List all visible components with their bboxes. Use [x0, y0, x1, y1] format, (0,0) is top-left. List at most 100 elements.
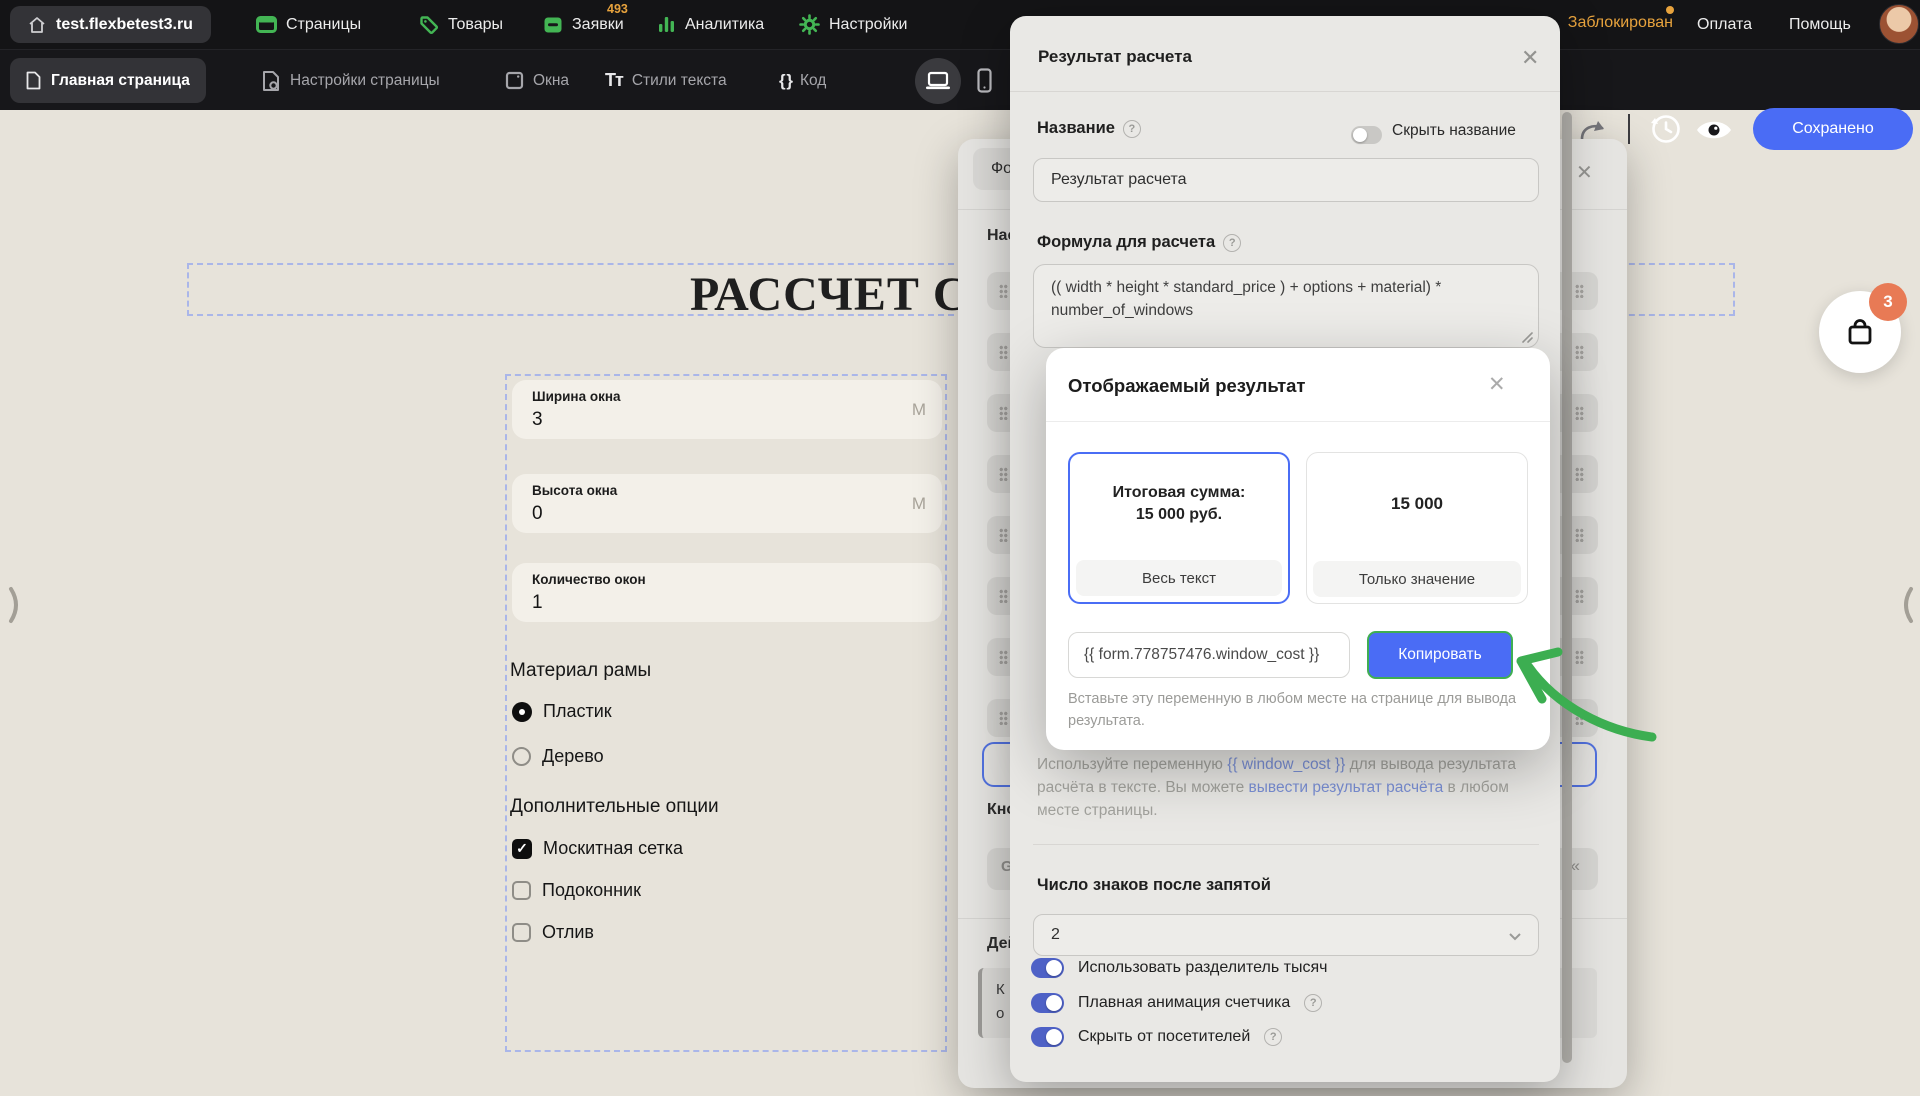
drag-handle-icon[interactable]	[999, 467, 1008, 481]
checkbox-unchecked-icon[interactable]	[512, 923, 531, 942]
preview-eye-icon[interactable]	[1694, 116, 1734, 144]
nav-help[interactable]: Помощь	[1789, 0, 1851, 49]
formula-textarea[interactable]: (( width * height * standard_price ) + o…	[1033, 264, 1539, 348]
result-option-value-only[interactable]: 15 000 Только значение	[1306, 452, 1528, 604]
help-icon[interactable]: ?	[1223, 234, 1241, 252]
field-window-count[interactable]: Количество окон 1	[512, 563, 942, 622]
radio-label: Пластик	[543, 701, 612, 722]
checkbox-unchecked-icon[interactable]	[512, 881, 531, 900]
current-page-button[interactable]: Главная страница	[10, 58, 206, 103]
checkbox-checked-icon[interactable]: ✓	[512, 839, 532, 859]
nav-leads[interactable]: Заявки 493	[543, 0, 624, 49]
option-caption: Только значение	[1313, 561, 1521, 597]
row-action-icon[interactable]	[1575, 284, 1584, 298]
site-blocked-status[interactable]: Заблокирован	[1568, 14, 1673, 32]
device-mobile-toggle[interactable]	[977, 68, 992, 93]
shopping-bag-icon	[1842, 314, 1878, 350]
decimals-label: Число знаков после запятой	[1037, 876, 1271, 895]
radio-group-label: Материал рамы	[510, 660, 651, 682]
hide-from-visitors-toggle-row[interactable]: Скрыть от посетителей ?	[1031, 1027, 1282, 1047]
hide-name-label: Скрыть название	[1392, 122, 1516, 140]
checkbox-option-windowsill[interactable]: Подоконник	[512, 880, 641, 901]
drag-handle-icon[interactable]	[999, 650, 1008, 664]
toggle-on[interactable]	[1031, 993, 1064, 1013]
nav-settings[interactable]: Настройки	[799, 0, 907, 49]
field-value[interactable]: 3	[532, 409, 543, 431]
right-panel-handle-icon[interactable]	[1896, 585, 1916, 625]
toolbar-text-styles[interactable]: Tт Стили текста	[605, 50, 727, 111]
name-input[interactable]: Результат расчета	[1033, 158, 1539, 202]
user-avatar[interactable]	[1879, 4, 1919, 44]
toggle-on[interactable]	[1031, 1027, 1064, 1047]
row-action-icon[interactable]	[1575, 711, 1584, 725]
modal-scrollbar[interactable]	[1562, 112, 1572, 1063]
toggle-label: Использовать разделитель тысяч	[1078, 959, 1327, 977]
row-action-icon[interactable]	[1575, 345, 1584, 359]
field-window-height[interactable]: Высота окна 0 М	[512, 474, 942, 533]
site-name-button[interactable]: test.flexbetest3.ru	[10, 6, 211, 43]
radio-option-plastic[interactable]: Пластик	[512, 701, 612, 722]
toolbar-code[interactable]: { } Код	[779, 50, 826, 111]
saved-button[interactable]: Сохранено	[1753, 108, 1913, 150]
field-window-width[interactable]: Ширина окна 3 М	[512, 380, 942, 439]
close-icon[interactable]: ✕	[1521, 47, 1539, 69]
gear-icon	[799, 14, 820, 35]
drag-handle-icon[interactable]	[999, 284, 1008, 298]
toolbar-divider	[1628, 114, 1630, 144]
drag-handle-icon[interactable]	[999, 589, 1008, 603]
drag-handle-icon[interactable]	[999, 711, 1008, 725]
modal-title: Результат расчета	[1038, 47, 1192, 67]
variable-code-input[interactable]: {{ form.778757476.window_cost }}	[1068, 632, 1350, 678]
drag-handle-icon[interactable]	[999, 406, 1008, 420]
nav-label: Товары	[448, 16, 503, 34]
row-action-icon[interactable]	[1575, 589, 1584, 603]
thousands-separator-toggle-row[interactable]: Использовать разделитель тысяч	[1031, 958, 1327, 978]
name-input-value: Результат расчета	[1051, 171, 1187, 189]
popup-title: Отображаемый результат	[1068, 375, 1305, 397]
radio-unchecked-icon[interactable]	[512, 747, 531, 766]
inbox-icon	[543, 16, 563, 34]
laptop-icon	[925, 71, 951, 91]
row-action-icon[interactable]	[1575, 406, 1584, 420]
drag-handle-icon[interactable]	[999, 528, 1008, 542]
device-desktop-toggle[interactable]	[915, 58, 961, 104]
resize-handle-icon[interactable]	[1520, 330, 1534, 344]
toggle-knob	[1353, 128, 1367, 142]
field-value[interactable]: 1	[532, 592, 543, 614]
close-icon[interactable]: ✕	[1488, 374, 1506, 395]
left-panel-handle-icon[interactable]	[6, 585, 26, 625]
variable-link[interactable]: {{ window_cost }}	[1227, 756, 1345, 773]
help-icon[interactable]: ?	[1264, 1028, 1282, 1046]
nav-payment[interactable]: Оплата	[1697, 0, 1752, 49]
row-action-icon[interactable]	[1575, 650, 1584, 664]
help-icon[interactable]: ?	[1123, 120, 1141, 138]
field-unit: М	[912, 494, 926, 514]
row-action-icon[interactable]	[1575, 528, 1584, 542]
toggle-label: Плавная анимация счетчика	[1078, 994, 1290, 1012]
toolbar-windows[interactable]: Окна	[505, 50, 569, 111]
field-label: Количество окон	[532, 572, 646, 587]
counter-animation-toggle-row[interactable]: Плавная анимация счетчика ?	[1031, 993, 1322, 1013]
drag-handle-icon[interactable]	[999, 345, 1008, 359]
checkbox-option-drip[interactable]: Отлив	[512, 922, 594, 943]
radio-checked-icon[interactable]	[512, 702, 532, 722]
nav-label: Оплата	[1697, 16, 1752, 34]
toolbar-label: Настройки страницы	[290, 72, 440, 90]
result-option-full-text[interactable]: Итоговая сумма: 15 000 руб. Весь текст	[1068, 452, 1290, 604]
copy-button[interactable]: Копировать	[1367, 631, 1513, 679]
toggle-on[interactable]	[1031, 958, 1064, 978]
nav-analytics[interactable]: Аналитика	[657, 0, 764, 49]
help-icon[interactable]: ?	[1304, 994, 1322, 1012]
radio-option-wood[interactable]: Дерево	[512, 746, 604, 767]
nav-products[interactable]: Товары	[419, 0, 503, 49]
field-value[interactable]: 0	[532, 503, 543, 525]
hide-name-toggle[interactable]	[1351, 126, 1382, 144]
toolbar-page-settings[interactable]: Настройки страницы	[262, 50, 440, 111]
row-action-icon[interactable]	[1575, 467, 1584, 481]
checkbox-option-mosquito-net[interactable]: ✓ Москитная сетка	[512, 838, 683, 859]
history-icon[interactable]	[1648, 111, 1684, 147]
decimals-select[interactable]: 2	[1033, 914, 1539, 956]
close-icon[interactable]: ✕	[1576, 163, 1593, 183]
show-result-link[interactable]: вывести результат расчёта	[1249, 779, 1444, 796]
nav-pages[interactable]: Страницы	[256, 0, 361, 49]
